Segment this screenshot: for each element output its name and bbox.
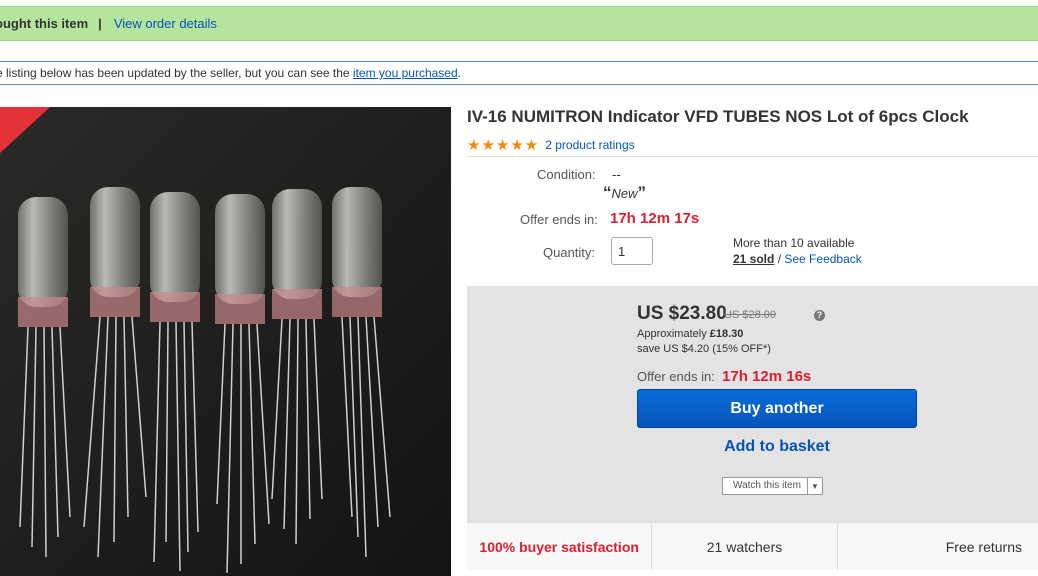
condition-label: Condition: [537,167,596,182]
open-quote: “ [603,183,612,202]
product-image[interactable] [0,107,451,576]
free-returns: Free returns [945,538,1022,555]
help-circle-icon[interactable]: ? [814,310,825,321]
sold-count-link[interactable]: 21 sold [733,252,774,266]
buy-another-button[interactable]: Buy another [637,389,917,428]
condition-value: -- [612,167,621,182]
offer-timer: 17h 12m 17s [610,210,700,227]
approx-value: £18.30 [709,328,744,340]
price: US $23.80 [637,303,727,324]
quantity-label: Quantity: [543,245,596,260]
offer-timer-2: 17h 12m 16s [722,368,812,385]
divider [467,156,1038,157]
see-feedback-link[interactable]: See Feedback [784,252,861,266]
availability: More than 10 available 21 sold / See Fee… [733,235,862,267]
notice-suffix: . [457,66,461,80]
close-quote: ” [637,183,647,202]
notice-body: e listing below has been updated by the … [0,66,353,80]
condition-quote: “New” [603,183,646,203]
listing-updated-notice: e listing below has been updated by the … [0,61,1038,85]
add-to-basket-button[interactable]: Add to basket [637,433,917,461]
availability-text: More than 10 available [733,236,855,250]
view-order-details-link[interactable]: View order details [114,16,217,31]
sold-feedback: 21 sold / See Feedback [733,251,862,267]
bought-text: ought this item [0,16,89,31]
approx-price: Approximately £18.30 [637,328,743,340]
notice-text: e listing below has been updated by the … [0,66,461,80]
product-ratings-link[interactable]: 2 product ratings [545,138,634,152]
buyer-satisfaction: 100% buyer satisfaction [467,523,653,570]
condition-quote-text: New [611,186,638,201]
star-rating-icon: ★★★★★ [467,137,540,154]
feedback-separator: / [774,252,785,266]
purchase-banner: ought this item | View order details [0,6,1038,41]
watchers-count: 21 watchers [652,523,838,570]
chevron-down-icon[interactable]: ▼ [808,482,822,491]
watch-item-dropdown[interactable]: Watch this item ▼ [722,477,823,495]
product-title: IV-16 NUMITRON Indicator VFD TUBES NOS L… [467,107,969,126]
approx-label: Approximately [637,328,710,340]
quantity-input[interactable]: 1 [611,237,653,265]
corner-ribbon-icon [0,107,50,153]
offer-ends-label-2: Offer ends in: [637,369,715,384]
watch-item-label[interactable]: Watch this item [723,478,808,494]
product-ratings: ★★★★★ 2 product ratings [467,136,635,154]
save-text: save US $4.20 (15% OFF*) [637,343,771,355]
offer-ends-2: Offer ends in: 17h 12m 16s [637,368,811,385]
was-price: US $28.00 [724,309,776,321]
offer-ends-label: Offer ends in: [520,212,598,227]
banner-separator: | [98,16,102,31]
stats-bar: 100% buyer satisfaction 21 watchers Free… [467,522,1038,570]
tubes-photo [0,107,451,576]
item-purchased-link[interactable]: item you purchased [353,66,458,80]
